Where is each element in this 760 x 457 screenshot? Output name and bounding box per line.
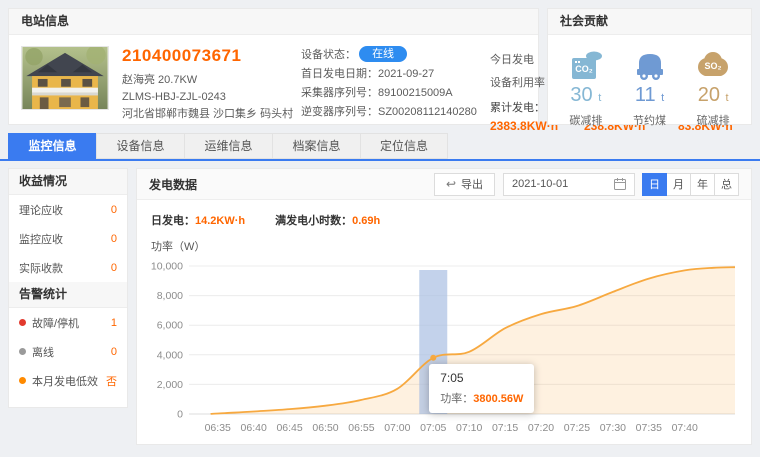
first-generation-date-row: 首日发电日期：2021-09-27 (301, 65, 477, 84)
co2-reduction-icon: CO₂ (554, 47, 618, 81)
fault-dot (19, 319, 26, 326)
social-contribution-panel: 社会贡献 CO₂ 30 t 碳减排 (547, 8, 752, 125)
y-tick-label: 0 (177, 409, 183, 421)
y-tick-label: 2,000 (157, 379, 183, 391)
x-tick-label: 07:35 (636, 422, 662, 434)
x-tick-label: 07:05 (420, 422, 446, 434)
station-model-code: ZLMS-HBJ-ZJL-0243 (122, 89, 288, 106)
x-tick-label: 06:55 (348, 422, 374, 434)
y-axis-title: 功率（W） (151, 238, 751, 254)
chart-area[interactable]: 0 2,000 4,000 6,000 8,000 10,000 06:35 06:40 06:… (145, 254, 751, 451)
date-value: 2021-10-01 (512, 178, 614, 190)
x-tick-label: 06:45 (276, 422, 302, 434)
x-tick-label: 07:30 (600, 422, 626, 434)
station-id: 210400073671 (122, 46, 288, 66)
so2-label: 硫减排 (681, 112, 745, 128)
low-efficiency-dot (19, 377, 26, 384)
highlight-point[interactable] (430, 355, 436, 361)
tab-monitoring-info[interactable]: 监控信息 (8, 133, 96, 159)
x-tick-label: 06:50 (312, 422, 338, 434)
date-picker[interactable]: 2021-10-01 (503, 173, 635, 196)
y-tick-label: 10,000 (151, 261, 183, 273)
tab-location-info[interactable]: 定位信息 (360, 133, 448, 159)
device-status-row: 设备状态： 在线 (301, 46, 477, 65)
station-info-panel: 电站信息 210400073671 赵海亮 (8, 8, 539, 125)
calendar-icon (614, 178, 626, 190)
tab-device-info[interactable]: 设备信息 (96, 133, 184, 159)
low-efficiency-row: 本月发电低效 否 (9, 366, 127, 395)
status-badge: 在线 (359, 46, 407, 62)
range-selector: 日 月 年 总 (643, 173, 739, 196)
station-owner: 赵海亮 20.7KW (122, 72, 288, 89)
generation-data-panel: 发电数据 ↩ 导出 2021-10-01 日 月 年 总 (136, 168, 752, 445)
so2-reduction-icon: SO₂ (681, 47, 745, 81)
co2-value: 30 t (554, 84, 618, 107)
tab-operation-info[interactable]: 运维信息 (184, 133, 272, 159)
station-panel-title: 电站信息 (9, 9, 538, 35)
export-button[interactable]: ↩ 导出 (434, 173, 495, 196)
x-tick-label: 07:40 (672, 422, 698, 434)
day-generation-stat: 日发电：14.2KW·h (151, 212, 245, 228)
revenue-section-title: 收益情况 (9, 169, 127, 195)
co2-label: 碳减排 (554, 112, 618, 128)
generation-area-chart[interactable]: 0 2,000 4,000 6,000 8,000 10,000 06:35 06:40 06:… (145, 254, 745, 446)
coal-saved-item: 11 t 节约煤 (618, 47, 682, 128)
revenue-alarm-sidebar: 收益情况 理论应收 0 监控应收 0 实际收款 0 告警统计 故障/停机 1 离… (8, 168, 128, 408)
main-tabbar: 监控信息 设备信息 运维信息 档案信息 定位信息 (8, 133, 448, 159)
x-tick-label: 07:00 (384, 422, 410, 434)
so2-value: 20 t (681, 84, 745, 107)
y-tick-label: 4,000 (157, 349, 183, 361)
tab-archive-info[interactable]: 档案信息 (272, 133, 360, 159)
actual-received-row: 实际收款 0 (9, 253, 127, 282)
x-tick-label: 07:25 (564, 422, 590, 434)
x-tick-label: 06:40 (241, 422, 267, 434)
tooltip-power-row: 功率：3800.56W (440, 390, 523, 406)
y-tick-label: 8,000 (157, 290, 183, 302)
range-year-button[interactable]: 年 (690, 173, 715, 196)
chart-panel-title: 发电数据 (149, 176, 197, 193)
range-day-button[interactable]: 日 (642, 173, 667, 196)
coal-label: 节约煤 (618, 112, 682, 128)
co2-reduction-item: CO₂ 30 t 碳减排 (554, 47, 618, 128)
x-tick-label: 07:15 (492, 422, 518, 434)
svg-text:SO₂: SO₂ (705, 61, 722, 71)
fault-shutdown-row: 故障/停机 1 (9, 308, 127, 337)
export-icon: ↩ (446, 177, 456, 191)
monitored-receivable-row: 监控应收 0 (9, 224, 127, 253)
x-tick-label: 07:10 (456, 422, 482, 434)
coal-value: 11 t (618, 84, 682, 107)
alarm-section-title: 告警统计 (9, 282, 127, 308)
offline-dot (19, 348, 26, 355)
collector-serial-row: 采集器序列号：89100215009A (301, 84, 477, 103)
x-tick-label: 07:20 (528, 422, 554, 434)
so2-reduction-item: SO₂ 20 t 硫减排 (681, 47, 745, 128)
full-hours-stat: 满发电小时数：0.69h (275, 212, 380, 228)
range-month-button[interactable]: 月 (666, 173, 691, 196)
tabbar-underline (0, 159, 760, 161)
chart-tooltip: 7:05 功率：3800.56W (429, 364, 534, 413)
range-total-button[interactable]: 总 (714, 173, 739, 196)
y-tick-label: 6,000 (157, 320, 183, 332)
social-panel-title: 社会贡献 (548, 9, 751, 35)
x-tick-label: 06:35 (205, 422, 231, 434)
offline-row: 离线 0 (9, 337, 127, 366)
tooltip-time: 7:05 (440, 371, 523, 385)
station-address: 河北省邯郸市魏县 沙口集乡 码头村 (122, 106, 288, 123)
svg-text:CO₂: CO₂ (575, 64, 593, 74)
theoretical-receivable-row: 理论应收 0 (9, 195, 127, 224)
station-photo (21, 46, 109, 110)
coal-saved-icon (618, 47, 682, 81)
inverter-serial-row: 逆变器序列号：SZ00208112140280 (301, 103, 477, 122)
